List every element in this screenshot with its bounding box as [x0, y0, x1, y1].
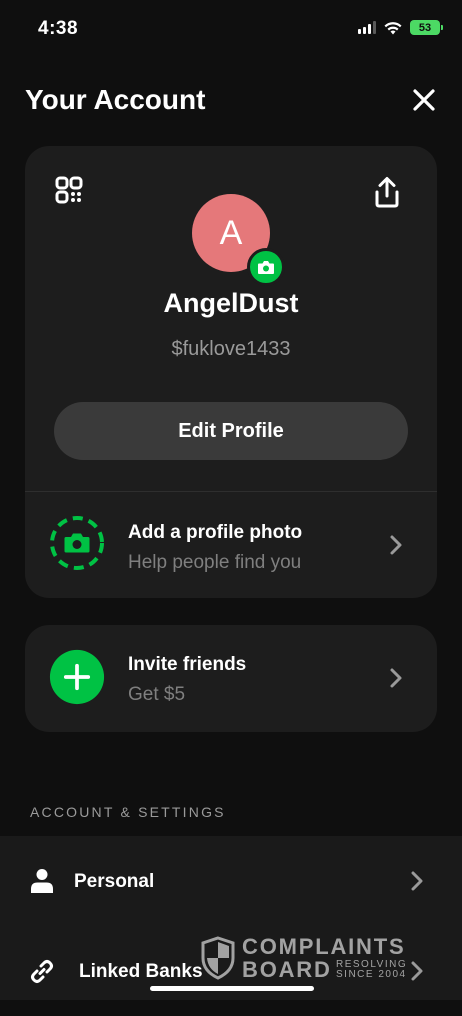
link-icon — [31, 960, 53, 983]
add-photo-subtitle: Help people find you — [128, 552, 302, 573]
add-photo-title: Add a profile photo — [128, 522, 303, 543]
display-name: AngelDust — [163, 288, 299, 318]
shield-logo-icon — [201, 936, 235, 980]
invite-title: Invite friends — [128, 654, 247, 675]
watermark-line2: BOARD — [242, 957, 332, 982]
home-indicator[interactable] — [150, 986, 314, 991]
watermark-tag2: SINCE 2004 — [336, 969, 407, 980]
settings-item-label: Personal — [74, 871, 155, 892]
add-profile-photo-row[interactable]: Add a profile photo Help people find you — [25, 492, 437, 598]
share-button[interactable] — [373, 176, 403, 210]
cashtag: $fuklove1433 — [171, 338, 291, 360]
status-icons: 53 — [358, 20, 443, 35]
share-icon — [375, 177, 399, 208]
camera-icon — [258, 260, 274, 274]
watermark: COMPLAINTS BOARD RESOLVING SINCE 2004 — [200, 936, 415, 982]
wifi-icon — [384, 21, 402, 34]
signal-icon — [358, 21, 376, 34]
close-icon — [413, 89, 435, 111]
invite-friends-card[interactable]: Invite friends Get $5 — [25, 625, 437, 732]
watermark-line1: COMPLAINTS — [242, 934, 406, 959]
status-bar: 4:38 53 — [0, 0, 462, 56]
chevron-right-icon — [411, 871, 423, 891]
chevron-right-icon — [390, 668, 402, 688]
settings-item-personal[interactable]: Personal — [0, 836, 462, 926]
close-button[interactable] — [410, 86, 438, 114]
profile-card: A AngelDust $fuklove1433 Edit Profile Ad… — [25, 146, 437, 598]
person-icon — [31, 869, 53, 893]
status-time: 4:38 — [38, 18, 79, 39]
plus-icon — [49, 649, 105, 705]
qr-code-button[interactable] — [55, 176, 85, 206]
change-photo-button[interactable] — [247, 248, 285, 286]
battery-icon: 53 — [410, 20, 443, 35]
edit-profile-button[interactable]: Edit Profile — [54, 402, 408, 460]
qr-code-icon — [55, 176, 83, 204]
dashed-camera-icon — [50, 516, 104, 570]
section-header: ACCOUNT & SETTINGS — [30, 804, 226, 820]
page-title: Your Account — [25, 84, 206, 115]
settings-item-label: Linked Banks — [79, 961, 203, 982]
chevron-right-icon — [390, 535, 402, 555]
invite-subtitle: Get $5 — [128, 684, 186, 705]
